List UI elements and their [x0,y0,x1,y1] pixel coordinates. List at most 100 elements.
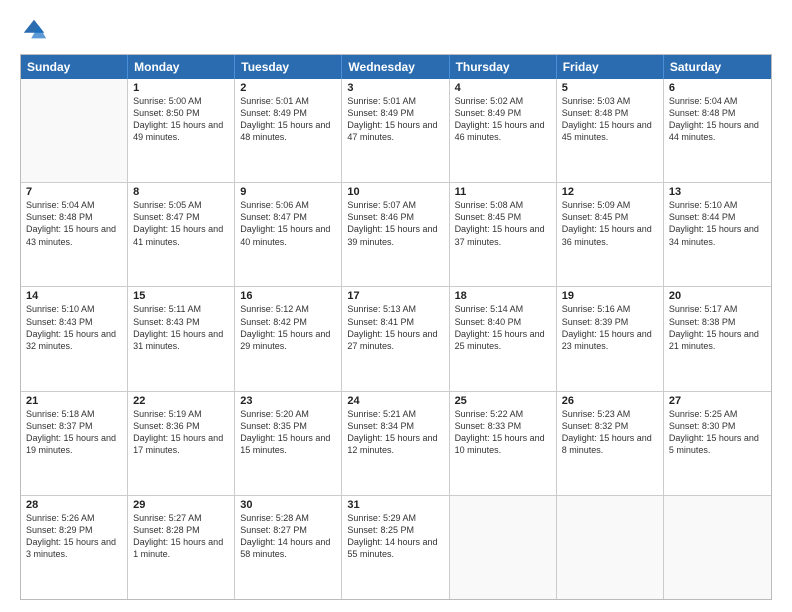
cell-info: Sunrise: 5:10 AM Sunset: 8:43 PM Dayligh… [26,303,122,352]
calendar-cell: 22Sunrise: 5:19 AM Sunset: 8:36 PM Dayli… [128,392,235,495]
day-number: 13 [669,186,766,198]
cell-info: Sunrise: 5:08 AM Sunset: 8:45 PM Dayligh… [455,199,551,248]
calendar-cell: 10Sunrise: 5:07 AM Sunset: 8:46 PM Dayli… [342,183,449,286]
calendar-row-2: 7Sunrise: 5:04 AM Sunset: 8:48 PM Daylig… [21,183,771,287]
day-number: 9 [240,186,336,198]
calendar-row-4: 21Sunrise: 5:18 AM Sunset: 8:37 PM Dayli… [21,392,771,496]
calendar-row-5: 28Sunrise: 5:26 AM Sunset: 8:29 PM Dayli… [21,496,771,599]
calendar-cell: 12Sunrise: 5:09 AM Sunset: 8:45 PM Dayli… [557,183,664,286]
calendar-cell [450,496,557,599]
day-number: 16 [240,290,336,302]
cell-info: Sunrise: 5:04 AM Sunset: 8:48 PM Dayligh… [669,95,766,144]
calendar-cell: 3Sunrise: 5:01 AM Sunset: 8:49 PM Daylig… [342,79,449,182]
calendar-cell: 20Sunrise: 5:17 AM Sunset: 8:38 PM Dayli… [664,287,771,390]
cell-info: Sunrise: 5:05 AM Sunset: 8:47 PM Dayligh… [133,199,229,248]
cell-info: Sunrise: 5:03 AM Sunset: 8:48 PM Dayligh… [562,95,658,144]
calendar-cell [21,79,128,182]
day-number: 5 [562,82,658,94]
cell-info: Sunrise: 5:13 AM Sunset: 8:41 PM Dayligh… [347,303,443,352]
header-day-wednesday: Wednesday [342,55,449,79]
cell-info: Sunrise: 5:06 AM Sunset: 8:47 PM Dayligh… [240,199,336,248]
day-number: 14 [26,290,122,302]
calendar-row-3: 14Sunrise: 5:10 AM Sunset: 8:43 PM Dayli… [21,287,771,391]
calendar-body: 1Sunrise: 5:00 AM Sunset: 8:50 PM Daylig… [21,79,771,599]
cell-info: Sunrise: 5:01 AM Sunset: 8:49 PM Dayligh… [240,95,336,144]
cell-info: Sunrise: 5:25 AM Sunset: 8:30 PM Dayligh… [669,408,766,457]
logo [20,16,52,44]
cell-info: Sunrise: 5:01 AM Sunset: 8:49 PM Dayligh… [347,95,443,144]
day-number: 2 [240,82,336,94]
cell-info: Sunrise: 5:17 AM Sunset: 8:38 PM Dayligh… [669,303,766,352]
calendar-cell: 29Sunrise: 5:27 AM Sunset: 8:28 PM Dayli… [128,496,235,599]
day-number: 30 [240,499,336,511]
cell-info: Sunrise: 5:14 AM Sunset: 8:40 PM Dayligh… [455,303,551,352]
calendar-header: SundayMondayTuesdayWednesdayThursdayFrid… [21,55,771,79]
calendar-cell: 2Sunrise: 5:01 AM Sunset: 8:49 PM Daylig… [235,79,342,182]
calendar-cell: 18Sunrise: 5:14 AM Sunset: 8:40 PM Dayli… [450,287,557,390]
cell-info: Sunrise: 5:04 AM Sunset: 8:48 PM Dayligh… [26,199,122,248]
cell-info: Sunrise: 5:27 AM Sunset: 8:28 PM Dayligh… [133,512,229,561]
cell-info: Sunrise: 5:09 AM Sunset: 8:45 PM Dayligh… [562,199,658,248]
calendar-cell: 5Sunrise: 5:03 AM Sunset: 8:48 PM Daylig… [557,79,664,182]
page: SundayMondayTuesdayWednesdayThursdayFrid… [0,0,792,612]
day-number: 15 [133,290,229,302]
cell-info: Sunrise: 5:26 AM Sunset: 8:29 PM Dayligh… [26,512,122,561]
header [20,16,772,44]
cell-info: Sunrise: 5:23 AM Sunset: 8:32 PM Dayligh… [562,408,658,457]
header-day-tuesday: Tuesday [235,55,342,79]
day-number: 31 [347,499,443,511]
calendar-cell [557,496,664,599]
cell-info: Sunrise: 5:00 AM Sunset: 8:50 PM Dayligh… [133,95,229,144]
calendar-cell: 19Sunrise: 5:16 AM Sunset: 8:39 PM Dayli… [557,287,664,390]
calendar-cell: 17Sunrise: 5:13 AM Sunset: 8:41 PM Dayli… [342,287,449,390]
calendar-cell: 15Sunrise: 5:11 AM Sunset: 8:43 PM Dayli… [128,287,235,390]
calendar: SundayMondayTuesdayWednesdayThursdayFrid… [20,54,772,600]
day-number: 25 [455,395,551,407]
calendar-cell: 24Sunrise: 5:21 AM Sunset: 8:34 PM Dayli… [342,392,449,495]
cell-info: Sunrise: 5:22 AM Sunset: 8:33 PM Dayligh… [455,408,551,457]
day-number: 7 [26,186,122,198]
cell-info: Sunrise: 5:19 AM Sunset: 8:36 PM Dayligh… [133,408,229,457]
cell-info: Sunrise: 5:29 AM Sunset: 8:25 PM Dayligh… [347,512,443,561]
calendar-cell: 1Sunrise: 5:00 AM Sunset: 8:50 PM Daylig… [128,79,235,182]
cell-info: Sunrise: 5:18 AM Sunset: 8:37 PM Dayligh… [26,408,122,457]
day-number: 18 [455,290,551,302]
header-day-saturday: Saturday [664,55,771,79]
calendar-cell: 21Sunrise: 5:18 AM Sunset: 8:37 PM Dayli… [21,392,128,495]
calendar-cell: 26Sunrise: 5:23 AM Sunset: 8:32 PM Dayli… [557,392,664,495]
day-number: 1 [133,82,229,94]
day-number: 22 [133,395,229,407]
day-number: 26 [562,395,658,407]
header-day-monday: Monday [128,55,235,79]
calendar-cell: 28Sunrise: 5:26 AM Sunset: 8:29 PM Dayli… [21,496,128,599]
calendar-cell: 13Sunrise: 5:10 AM Sunset: 8:44 PM Dayli… [664,183,771,286]
calendar-cell: 9Sunrise: 5:06 AM Sunset: 8:47 PM Daylig… [235,183,342,286]
calendar-cell: 8Sunrise: 5:05 AM Sunset: 8:47 PM Daylig… [128,183,235,286]
day-number: 20 [669,290,766,302]
header-day-thursday: Thursday [450,55,557,79]
day-number: 19 [562,290,658,302]
cell-info: Sunrise: 5:28 AM Sunset: 8:27 PM Dayligh… [240,512,336,561]
day-number: 21 [26,395,122,407]
cell-info: Sunrise: 5:11 AM Sunset: 8:43 PM Dayligh… [133,303,229,352]
day-number: 8 [133,186,229,198]
cell-info: Sunrise: 5:10 AM Sunset: 8:44 PM Dayligh… [669,199,766,248]
calendar-cell: 14Sunrise: 5:10 AM Sunset: 8:43 PM Dayli… [21,287,128,390]
header-day-friday: Friday [557,55,664,79]
cell-info: Sunrise: 5:16 AM Sunset: 8:39 PM Dayligh… [562,303,658,352]
day-number: 4 [455,82,551,94]
day-number: 11 [455,186,551,198]
cell-info: Sunrise: 5:07 AM Sunset: 8:46 PM Dayligh… [347,199,443,248]
cell-info: Sunrise: 5:20 AM Sunset: 8:35 PM Dayligh… [240,408,336,457]
header-day-sunday: Sunday [21,55,128,79]
calendar-cell [664,496,771,599]
calendar-cell: 27Sunrise: 5:25 AM Sunset: 8:30 PM Dayli… [664,392,771,495]
day-number: 17 [347,290,443,302]
day-number: 24 [347,395,443,407]
cell-info: Sunrise: 5:12 AM Sunset: 8:42 PM Dayligh… [240,303,336,352]
calendar-cell: 4Sunrise: 5:02 AM Sunset: 8:49 PM Daylig… [450,79,557,182]
calendar-cell: 25Sunrise: 5:22 AM Sunset: 8:33 PM Dayli… [450,392,557,495]
day-number: 28 [26,499,122,511]
day-number: 10 [347,186,443,198]
day-number: 3 [347,82,443,94]
